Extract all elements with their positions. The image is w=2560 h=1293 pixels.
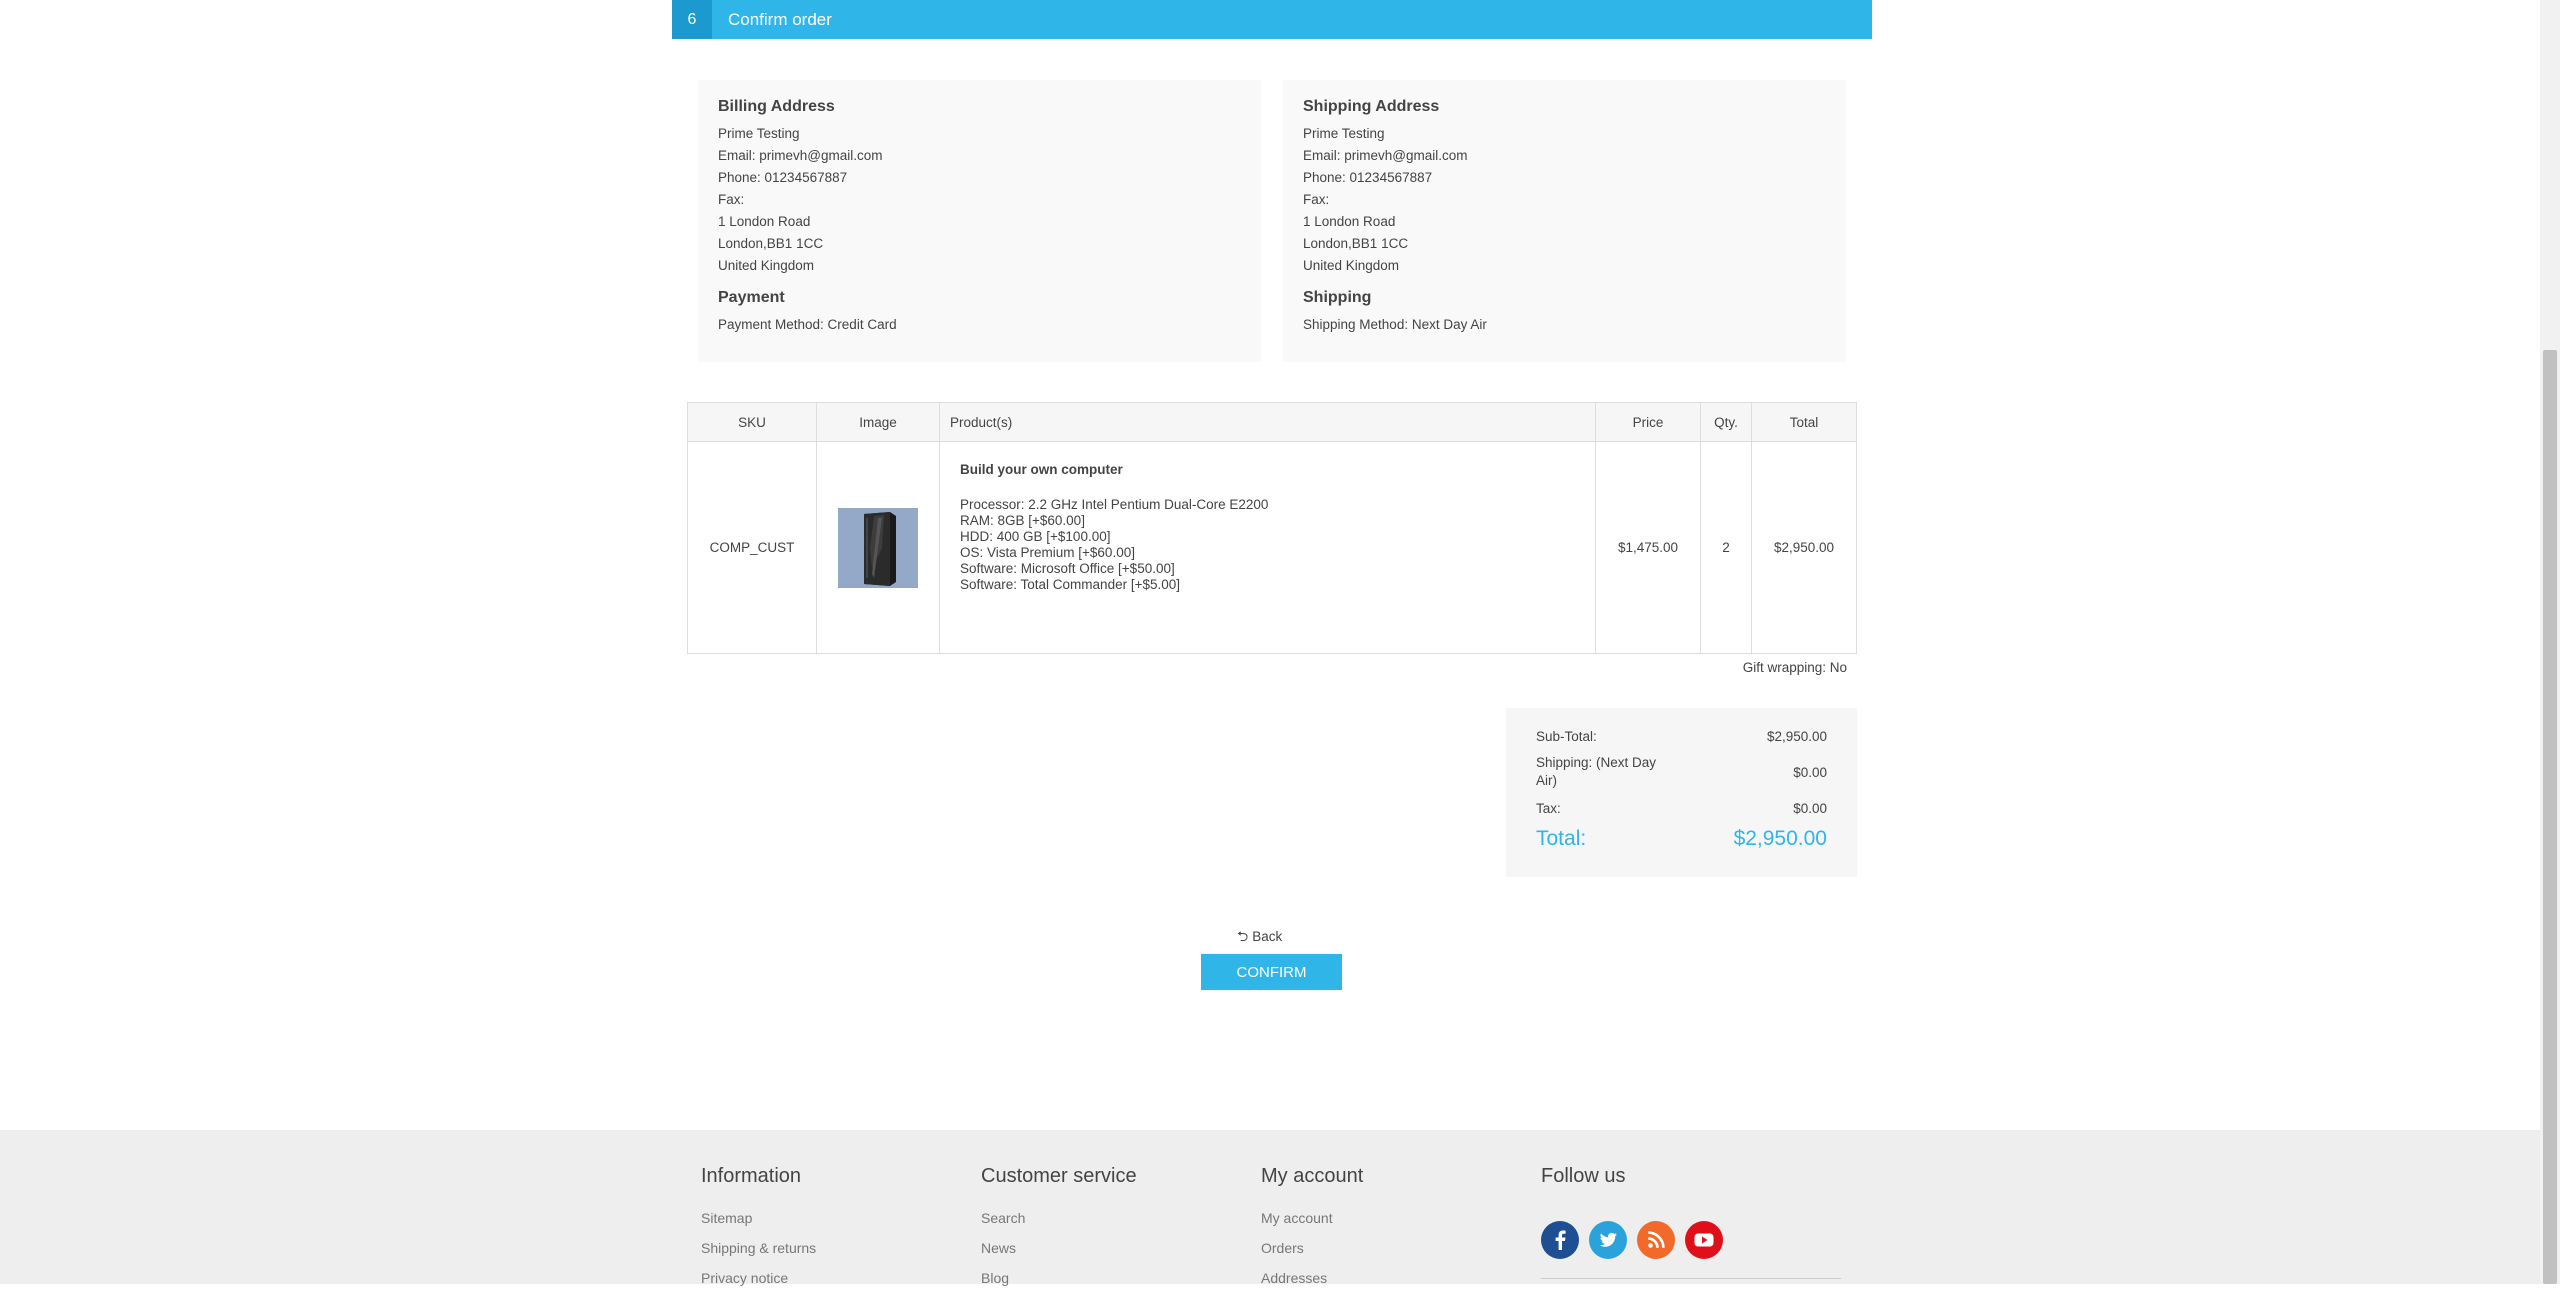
shipping-address-title: Shipping Address bbox=[1303, 98, 1440, 115]
shipping-email: Email: primevh@gmail.com bbox=[1303, 148, 1468, 163]
footer-link-my-account[interactable]: My account bbox=[1261, 1203, 1363, 1233]
footer-follow-us-column: Follow us bbox=[1541, 1164, 1841, 1279]
total-value: $2,950.00 bbox=[1733, 827, 1827, 850]
back-arrow-icon: ⮌ bbox=[1237, 928, 1249, 944]
scrollbar-thumb[interactable] bbox=[2543, 350, 2557, 1284]
table-header-row: SKU Image Product(s) Price Qty. Total bbox=[687, 402, 1857, 442]
footer-link-orders[interactable]: Orders bbox=[1261, 1233, 1363, 1263]
cell-sku: COMP_CUST bbox=[687, 441, 817, 654]
order-totals-box: Sub-Total: $2,950.00 Shipping: (Next Day… bbox=[1506, 708, 1857, 877]
shipping-info-box: Shipping Address Prime Testing Email: pr… bbox=[1283, 80, 1846, 362]
subtotal-label: Sub-Total: bbox=[1536, 729, 1597, 744]
footer-link-search[interactable]: Search bbox=[981, 1203, 1137, 1233]
billing-email: Email: primevh@gmail.com bbox=[718, 148, 883, 163]
step-number: 6 bbox=[672, 0, 712, 39]
billing-address-title: Billing Address bbox=[718, 98, 835, 115]
billing-fax: Fax: bbox=[718, 192, 745, 207]
header-image: Image bbox=[816, 402, 940, 442]
footer-information-title: Information bbox=[701, 1165, 802, 1187]
billing-country: United Kingdom bbox=[718, 258, 815, 273]
billing-info-box: Billing Address Prime Testing Email: pri… bbox=[698, 80, 1261, 362]
subtotal-value: $2,950.00 bbox=[1766, 729, 1827, 744]
back-link[interactable]: ⮌ Back bbox=[1237, 926, 1282, 950]
header-products: Product(s) bbox=[939, 402, 1596, 442]
footer-link-news[interactable]: News bbox=[981, 1233, 1137, 1263]
footer-link-sitemap[interactable]: Sitemap bbox=[701, 1203, 816, 1233]
footer-my-account-column: My account My account Orders Addresses bbox=[1261, 1164, 1363, 1293]
shipping-fax: Fax: bbox=[1303, 192, 1330, 207]
rss-icon[interactable] bbox=[1637, 1221, 1675, 1259]
footer-link-shipping-returns[interactable]: Shipping & returns bbox=[701, 1233, 816, 1263]
cell-product: Build your own computer Processor: 2.2 G… bbox=[939, 441, 1596, 654]
cell-qty: 2 bbox=[1700, 441, 1752, 654]
footer-my-account-title: My account bbox=[1261, 1165, 1364, 1187]
footer-link-blog[interactable]: Blog bbox=[981, 1263, 1137, 1293]
header-qty: Qty. bbox=[1700, 402, 1752, 442]
tax-value: $0.00 bbox=[1793, 801, 1827, 816]
twitter-icon[interactable] bbox=[1589, 1221, 1627, 1259]
shipping-phone: Phone: 01234567887 bbox=[1303, 170, 1433, 185]
shipping-city: London,BB1 1CC bbox=[1303, 236, 1409, 251]
shipping-address1: 1 London Road bbox=[1303, 214, 1396, 229]
footer-link-privacy-notice[interactable]: Privacy notice bbox=[701, 1263, 816, 1293]
product-attribute: Software: Total Commander [+$5.00] bbox=[960, 577, 1180, 592]
shipping-method: Shipping Method: Next Day Air bbox=[1303, 317, 1487, 332]
shipping-label: Shipping: (Next Day Air) bbox=[1536, 755, 1657, 788]
header-sku: SKU bbox=[687, 402, 817, 442]
footer-information-column: Information Sitemap Shipping & returns P… bbox=[701, 1164, 816, 1293]
tax-label: Tax: bbox=[1536, 801, 1561, 816]
order-summary-table: SKU Image Product(s) Price Qty. Total CO… bbox=[687, 402, 1857, 654]
billing-phone: Phone: 01234567887 bbox=[718, 170, 848, 185]
header-total: Total bbox=[1751, 402, 1857, 442]
shipping-country: United Kingdom bbox=[1303, 258, 1400, 273]
footer: Information Sitemap Shipping & returns P… bbox=[0, 1130, 2540, 1286]
total-label: Total: bbox=[1536, 827, 1587, 850]
product-attribute: Software: Microsoft Office [+$50.00] bbox=[960, 561, 1175, 576]
product-attribute: Processor: 2.2 GHz Intel Pentium Dual-Co… bbox=[960, 497, 1269, 512]
table-row: COMP_CUST Build your own computer Proces… bbox=[687, 441, 1857, 654]
shipping-name: Prime Testing bbox=[1303, 126, 1385, 141]
product-attribute: OS: Vista Premium [+$60.00] bbox=[960, 545, 1135, 560]
footer-customer-service-title: Customer service bbox=[981, 1165, 1137, 1187]
back-label: Back bbox=[1252, 929, 1283, 944]
confirm-order-step-header[interactable]: 6 Confirm order bbox=[672, 0, 1872, 39]
cell-total: $2,950.00 bbox=[1751, 441, 1857, 654]
payment-title: Payment bbox=[718, 289, 785, 306]
product-attribute: HDD: 400 GB [+$100.00] bbox=[960, 529, 1111, 544]
cell-image bbox=[816, 441, 940, 654]
shipping-method-title: Shipping bbox=[1303, 289, 1372, 306]
billing-city: London,BB1 1CC bbox=[718, 236, 824, 251]
footer-link-addresses[interactable]: Addresses bbox=[1261, 1263, 1363, 1293]
confirm-button[interactable]: Confirm bbox=[1201, 954, 1342, 990]
computer-tower-icon[interactable] bbox=[838, 507, 918, 588]
shipping-value: $0.00 bbox=[1793, 765, 1827, 780]
product-name-link[interactable]: Build your own computer bbox=[960, 462, 1575, 477]
billing-address1: 1 London Road bbox=[718, 214, 811, 229]
footer-follow-us-title: Follow us bbox=[1541, 1165, 1626, 1187]
product-attribute: RAM: 8GB [+$60.00] bbox=[960, 513, 1085, 528]
header-price: Price bbox=[1595, 402, 1701, 442]
step-title: Confirm order bbox=[728, 10, 832, 29]
footer-divider bbox=[1541, 1278, 1841, 1279]
gift-wrapping-info: Gift wrapping: No bbox=[1742, 660, 1847, 675]
payment-method: Payment Method: Credit Card bbox=[718, 317, 897, 332]
cell-price: $1,475.00 bbox=[1595, 441, 1701, 654]
billing-name: Prime Testing bbox=[718, 126, 800, 141]
youtube-icon[interactable] bbox=[1685, 1221, 1723, 1259]
facebook-icon[interactable] bbox=[1541, 1221, 1579, 1259]
footer-customer-service-column: Customer service Search News Blog bbox=[981, 1164, 1137, 1293]
